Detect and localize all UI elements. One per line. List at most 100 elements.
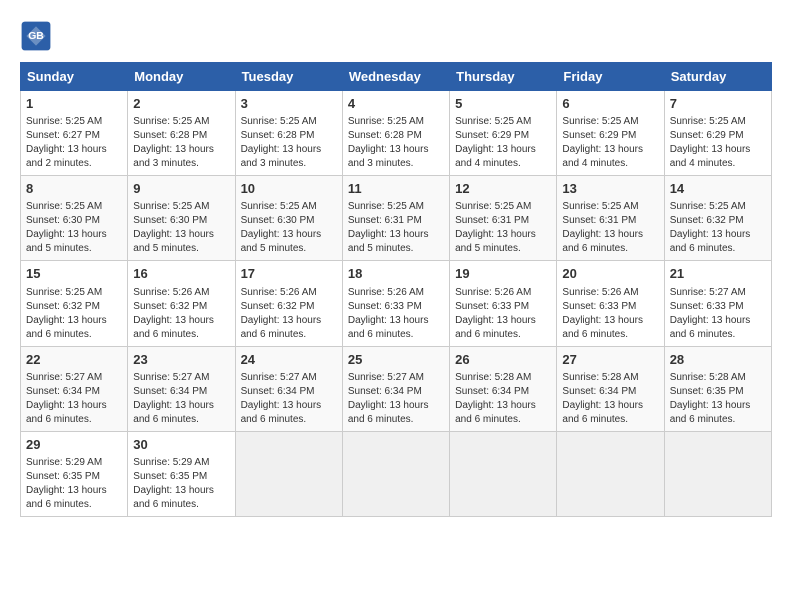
day-number: 16: [133, 265, 229, 283]
calendar-cell: 2 Sunrise: 5:25 AMSunset: 6:28 PMDaylight…: [128, 91, 235, 176]
day-info: Sunrise: 5:25 AMSunset: 6:27 PMDaylight:…: [26, 115, 122, 171]
day-number: 27: [562, 351, 658, 369]
day-info: Sunrise: 5:29 AMSunset: 6:35 PMDaylight:…: [133, 456, 229, 512]
day-info: Sunrise: 5:25 AMSunset: 6:29 PMDaylight:…: [670, 115, 766, 171]
calendar-cell: 12 Sunrise: 5:25 AMSunset: 6:31 PMDayligh…: [450, 176, 557, 261]
day-number: 4: [348, 95, 444, 113]
day-info: Sunrise: 5:25 AMSunset: 6:31 PMDaylight:…: [455, 200, 551, 256]
calendar-cell: 3 Sunrise: 5:25 AMSunset: 6:28 PMDaylight…: [235, 91, 342, 176]
col-header-thursday: Thursday: [450, 63, 557, 91]
calendar-cell: 8 Sunrise: 5:25 AMSunset: 6:30 PMDaylight…: [21, 176, 128, 261]
day-info: Sunrise: 5:26 AMSunset: 6:32 PMDaylight:…: [241, 286, 337, 342]
calendar-cell: 4 Sunrise: 5:25 AMSunset: 6:28 PMDaylight…: [342, 91, 449, 176]
day-number: 10: [241, 180, 337, 198]
day-info: Sunrise: 5:25 AMSunset: 6:32 PMDaylight:…: [670, 200, 766, 256]
calendar-cell: 29 Sunrise: 5:29 AMSunset: 6:35 PMDayligh…: [21, 431, 128, 516]
svg-text:GB: GB: [28, 31, 44, 42]
day-number: 7: [670, 95, 766, 113]
calendar-week-3: 15Sunrise: 5:25 AMSunset: 6:32 PMDayligh…: [21, 261, 772, 346]
calendar-cell: 13 Sunrise: 5:25 AMSunset: 6:31 PMDayligh…: [557, 176, 664, 261]
day-info: Sunrise: 5:25 AMSunset: 6:30 PMDaylight:…: [133, 200, 229, 256]
day-number: 12: [455, 180, 551, 198]
day-number: 9: [133, 180, 229, 198]
logo: GB: [20, 20, 56, 52]
calendar-cell: [557, 431, 664, 516]
day-number: 14: [670, 180, 766, 198]
day-info: Sunrise: 5:27 AMSunset: 6:34 PMDaylight:…: [241, 371, 337, 427]
col-header-wednesday: Wednesday: [342, 63, 449, 91]
day-info: Sunrise: 5:26 AMSunset: 6:33 PMDaylight:…: [348, 286, 444, 342]
day-info: Sunrise: 5:25 AMSunset: 6:29 PMDaylight:…: [455, 115, 551, 171]
day-number: 22: [26, 351, 122, 369]
calendar-cell: 17 Sunrise: 5:26 AMSunset: 6:32 PMDayligh…: [235, 261, 342, 346]
day-info: Sunrise: 5:27 AMSunset: 6:34 PMDaylight:…: [26, 371, 122, 427]
col-header-monday: Monday: [128, 63, 235, 91]
day-info: Sunrise: 5:25 AMSunset: 6:30 PMDaylight:…: [26, 200, 122, 256]
day-number: 18: [348, 265, 444, 283]
day-info: Sunrise: 5:25 AMSunset: 6:28 PMDaylight:…: [133, 115, 229, 171]
calendar-cell: 7 Sunrise: 5:25 AMSunset: 6:29 PMDaylight…: [664, 91, 771, 176]
day-info: Sunrise: 5:29 AMSunset: 6:35 PMDaylight:…: [26, 456, 122, 512]
calendar-week-1: 1 Sunrise: 5:25 AMSunset: 6:27 PMDaylight…: [21, 91, 772, 176]
calendar-cell: [450, 431, 557, 516]
day-info: Sunrise: 5:25 AMSunset: 6:31 PMDaylight:…: [348, 200, 444, 256]
calendar-header-row: SundayMondayTuesdayWednesdayThursdayFrid…: [21, 63, 772, 91]
calendar-cell: 28 Sunrise: 5:28 AMSunset: 6:35 PMDayligh…: [664, 346, 771, 431]
calendar-cell: 27 Sunrise: 5:28 AMSunset: 6:34 PMDayligh…: [557, 346, 664, 431]
day-info: Sunrise: 5:27 AMSunset: 6:34 PMDaylight:…: [348, 371, 444, 427]
day-info: Sunrise: 5:27 AMSunset: 6:33 PMDaylight:…: [670, 286, 766, 342]
day-number: 3: [241, 95, 337, 113]
calendar-cell: 10 Sunrise: 5:25 AMSunset: 6:30 PMDayligh…: [235, 176, 342, 261]
day-number: 2: [133, 95, 229, 113]
day-number: 15: [26, 265, 122, 283]
day-number: 29: [26, 436, 122, 454]
day-number: 20: [562, 265, 658, 283]
day-number: 1: [26, 95, 122, 113]
calendar-week-5: 29 Sunrise: 5:29 AMSunset: 6:35 PMDayligh…: [21, 431, 772, 516]
calendar-cell: 6 Sunrise: 5:25 AMSunset: 6:29 PMDaylight…: [557, 91, 664, 176]
day-number: 25: [348, 351, 444, 369]
calendar-cell: 16Sunrise: 5:26 AMSunset: 6:32 PMDayligh…: [128, 261, 235, 346]
page-header: GB: [20, 20, 772, 52]
col-header-sunday: Sunday: [21, 63, 128, 91]
calendar-cell: 14 Sunrise: 5:25 AMSunset: 6:32 PMDayligh…: [664, 176, 771, 261]
calendar-cell: 20Sunrise: 5:26 AMSunset: 6:33 PMDayligh…: [557, 261, 664, 346]
day-info: Sunrise: 5:28 AMSunset: 6:34 PMDaylight:…: [562, 371, 658, 427]
calendar-cell: 18 Sunrise: 5:26 AMSunset: 6:33 PMDayligh…: [342, 261, 449, 346]
day-number: 26: [455, 351, 551, 369]
calendar-cell: 22 Sunrise: 5:27 AMSunset: 6:34 PMDayligh…: [21, 346, 128, 431]
day-number: 30: [133, 436, 229, 454]
calendar-cell: 11 Sunrise: 5:25 AMSunset: 6:31 PMDayligh…: [342, 176, 449, 261]
day-number: 24: [241, 351, 337, 369]
day-number: 13: [562, 180, 658, 198]
calendar-cell: [664, 431, 771, 516]
calendar-cell: 30 Sunrise: 5:29 AMSunset: 6:35 PMDayligh…: [128, 431, 235, 516]
calendar-cell: [342, 431, 449, 516]
day-number: 5: [455, 95, 551, 113]
calendar-cell: 1 Sunrise: 5:25 AMSunset: 6:27 PMDaylight…: [21, 91, 128, 176]
col-header-tuesday: Tuesday: [235, 63, 342, 91]
day-info: Sunrise: 5:27 AMSunset: 6:34 PMDaylight:…: [133, 371, 229, 427]
day-info: Sunrise: 5:25 AMSunset: 6:31 PMDaylight:…: [562, 200, 658, 256]
calendar-cell: 15Sunrise: 5:25 AMSunset: 6:32 PMDayligh…: [21, 261, 128, 346]
calendar-cell: 24 Sunrise: 5:27 AMSunset: 6:34 PMDayligh…: [235, 346, 342, 431]
day-number: 6: [562, 95, 658, 113]
calendar-table: SundayMondayTuesdayWednesdayThursdayFrid…: [20, 62, 772, 517]
day-info: Sunrise: 5:28 AMSunset: 6:35 PMDaylight:…: [670, 371, 766, 427]
day-number: 17: [241, 265, 337, 283]
calendar-week-2: 8 Sunrise: 5:25 AMSunset: 6:30 PMDaylight…: [21, 176, 772, 261]
day-info: Sunrise: 5:28 AMSunset: 6:34 PMDaylight:…: [455, 371, 551, 427]
calendar-cell: 25 Sunrise: 5:27 AMSunset: 6:34 PMDayligh…: [342, 346, 449, 431]
day-number: 8: [26, 180, 122, 198]
calendar-cell: 23 Sunrise: 5:27 AMSunset: 6:34 PMDayligh…: [128, 346, 235, 431]
day-info: Sunrise: 5:25 AMSunset: 6:30 PMDaylight:…: [241, 200, 337, 256]
day-info: Sunrise: 5:25 AMSunset: 6:28 PMDaylight:…: [241, 115, 337, 171]
day-number: 28: [670, 351, 766, 369]
day-info: Sunrise: 5:25 AMSunset: 6:29 PMDaylight:…: [562, 115, 658, 171]
day-number: 23: [133, 351, 229, 369]
calendar-cell: 19Sunrise: 5:26 AMSunset: 6:33 PMDayligh…: [450, 261, 557, 346]
day-info: Sunrise: 5:26 AMSunset: 6:33 PMDaylight:…: [455, 286, 551, 342]
calendar-cell: 9 Sunrise: 5:25 AMSunset: 6:30 PMDaylight…: [128, 176, 235, 261]
day-number: 11: [348, 180, 444, 198]
day-info: Sunrise: 5:25 AMSunset: 6:28 PMDaylight:…: [348, 115, 444, 171]
